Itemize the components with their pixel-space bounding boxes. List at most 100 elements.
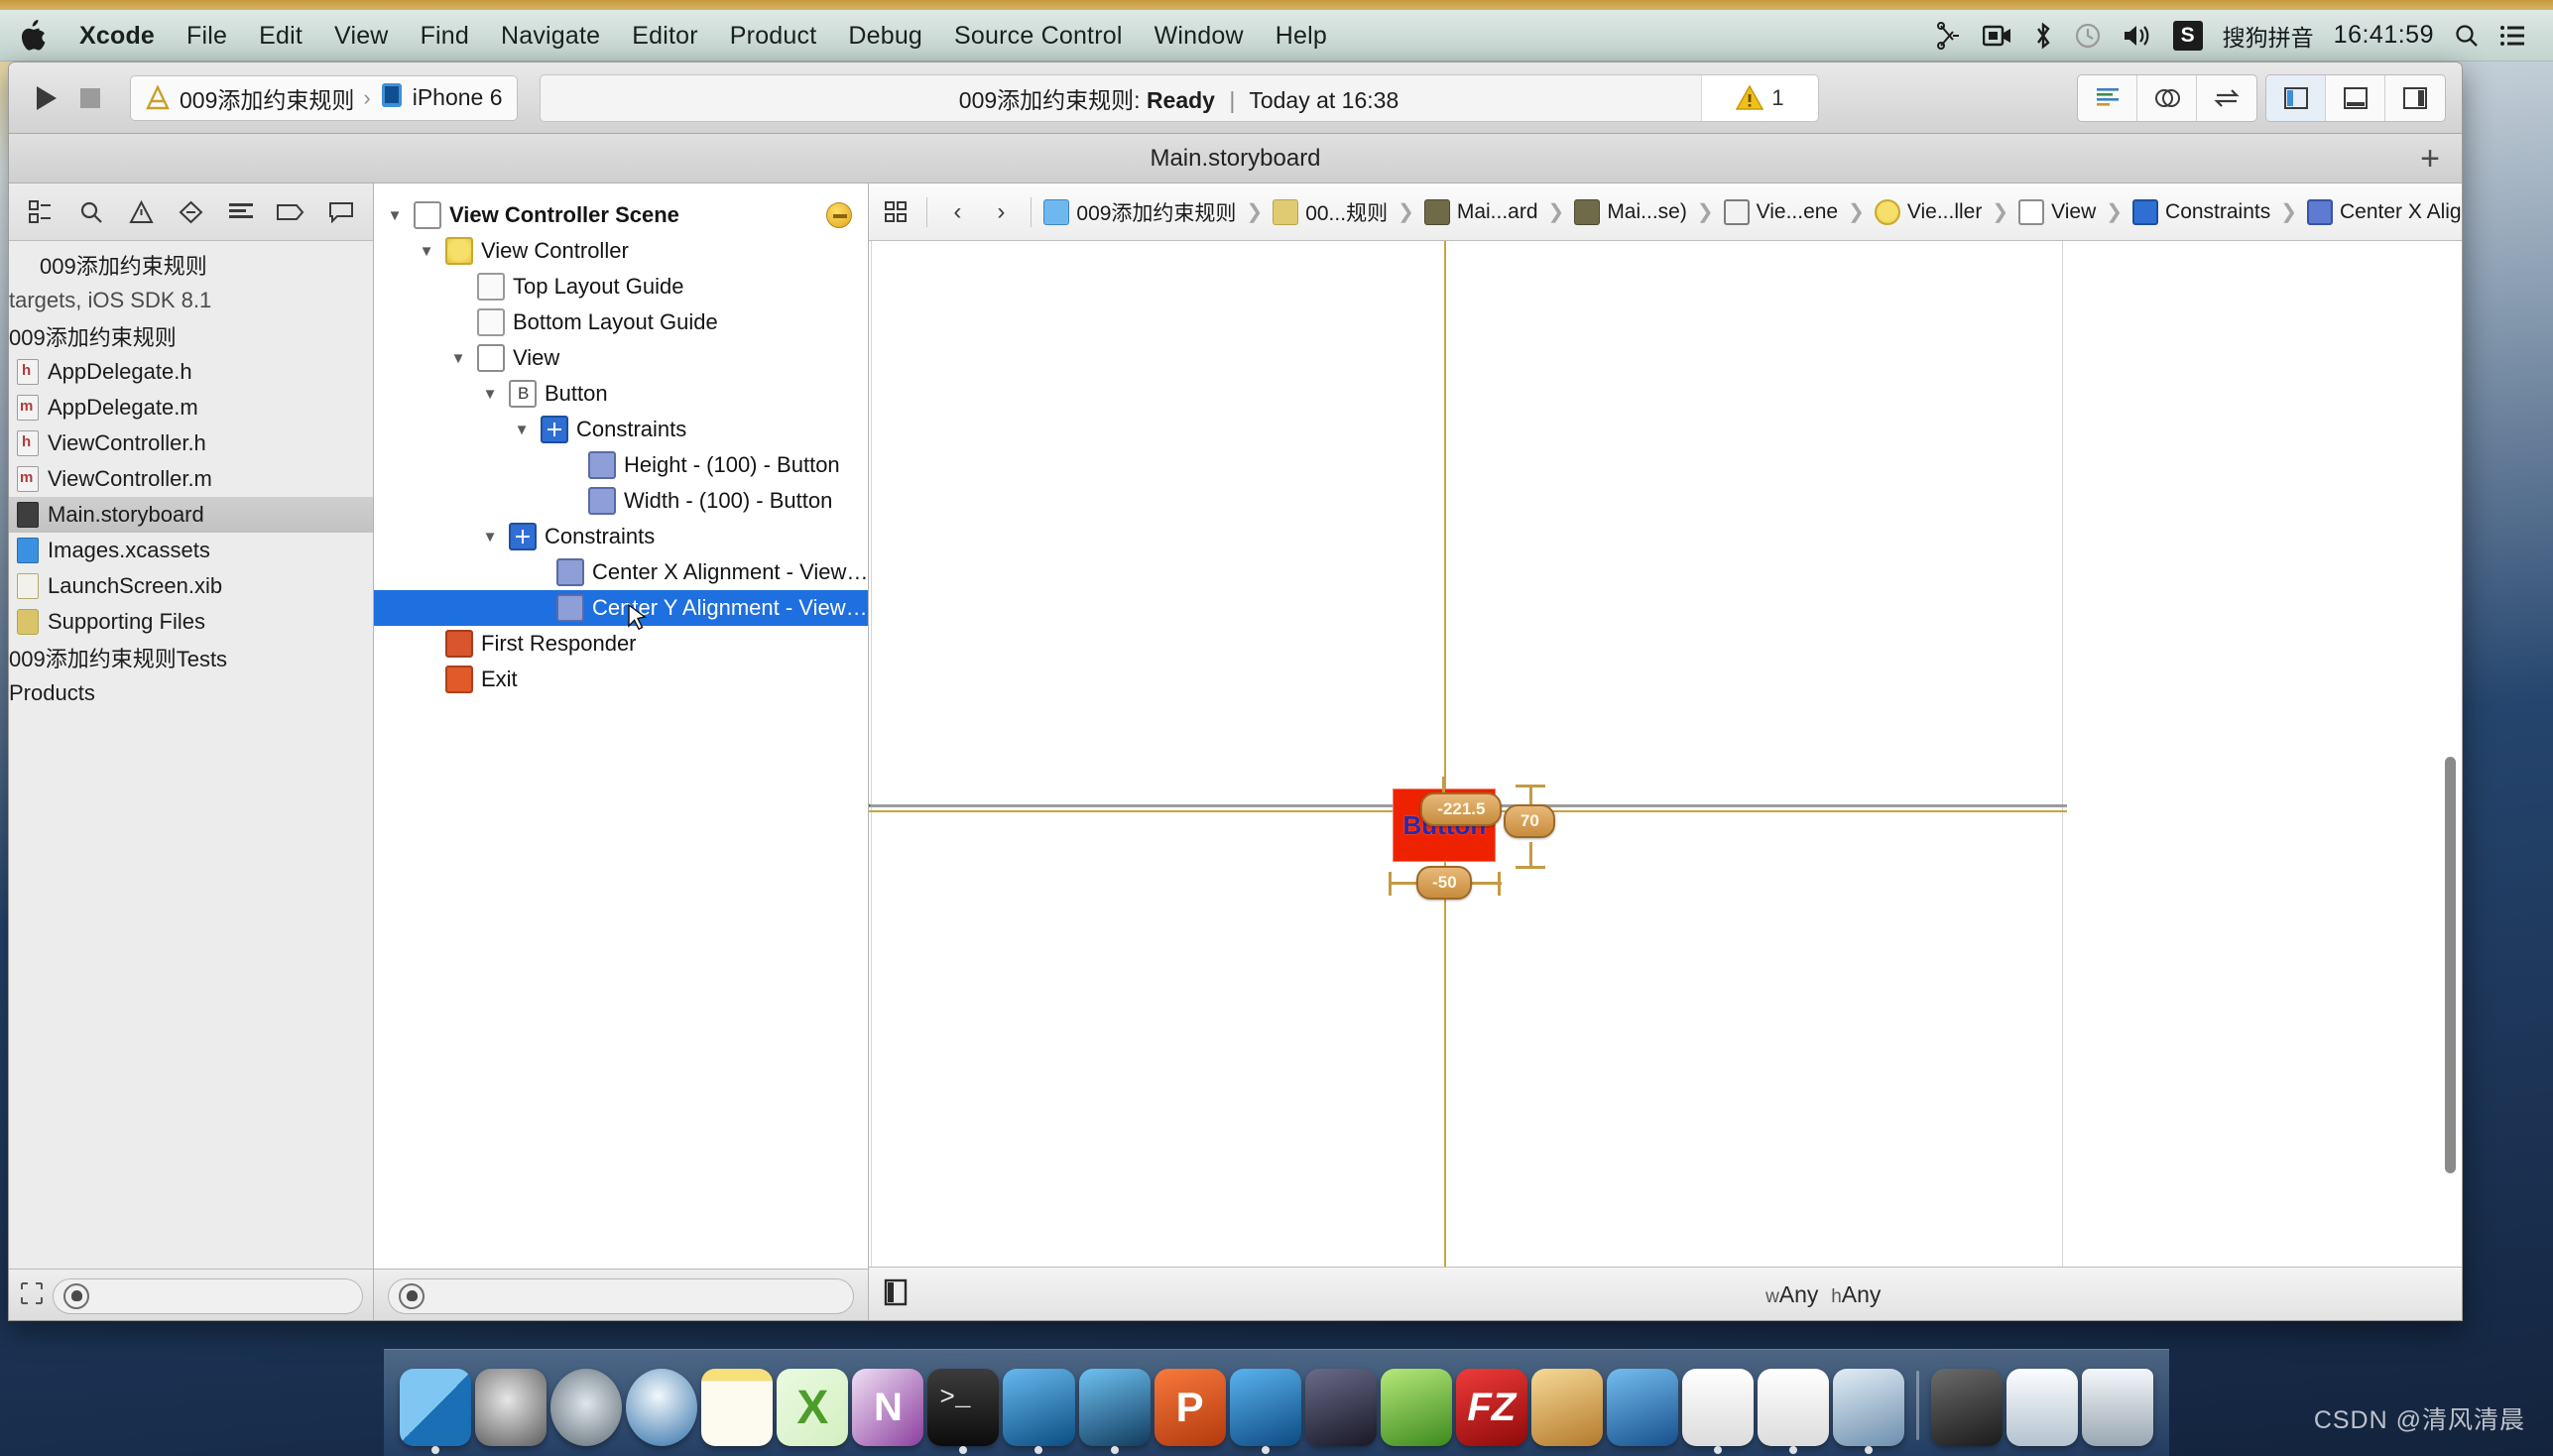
debug-area-toggle-icon[interactable] <box>2326 75 2385 121</box>
word-icon[interactable] <box>1607 1369 1678 1446</box>
navigator-toggle-icon[interactable] <box>2266 75 2326 121</box>
breadcrumb-item-project[interactable]: 009添加约束规则 <box>1041 197 1238 227</box>
menu-item-edit[interactable]: Edit <box>243 10 318 61</box>
navigator-filter-text[interactable] <box>89 1284 352 1307</box>
file-row-viewcontroller-h[interactable]: ViewController.h <box>9 425 373 461</box>
standard-editor-icon[interactable] <box>2078 75 2137 121</box>
storyboard-canvas[interactable]: Button 70 -50 -221.5 <box>869 241 2463 1267</box>
file-row-appdelegate-h[interactable]: AppDelegate.h <box>9 354 373 390</box>
outline-row-center-x-alignment[interactable]: Center X Alignment - View… <box>374 554 868 590</box>
xcode-icon[interactable] <box>1230 1369 1301 1446</box>
premiere-icon[interactable]: P <box>1155 1369 1226 1446</box>
back-button[interactable]: ‹ <box>937 192 977 232</box>
system-preferences-icon[interactable] <box>475 1369 547 1446</box>
tab-debug-navigator[interactable] <box>219 190 263 234</box>
menu-item-source-control[interactable]: Source Control <box>938 10 1139 61</box>
menu-item-xcode[interactable]: Xcode <box>63 10 171 61</box>
volume-icon[interactable] <box>2122 23 2153 49</box>
tab-test-navigator[interactable] <box>169 190 212 234</box>
outline-row-center-y-alignment[interactable]: Center Y Alignment - View… <box>374 590 868 626</box>
tab-breakpoint-navigator[interactable] <box>269 190 312 234</box>
menu-item-find[interactable]: Find <box>405 10 485 61</box>
disclosure-triangle-icon[interactable]: ▼ <box>447 350 469 367</box>
tab-report-navigator[interactable] <box>319 190 363 234</box>
outline-row-button[interactable]: ▼ Button <box>374 376 868 412</box>
tab-project-navigator[interactable] <box>19 190 62 234</box>
trash-icon[interactable] <box>2082 1369 2153 1446</box>
outline-row-bottom-layout-guide[interactable]: Bottom Layout Guide <box>374 304 868 340</box>
stop-button[interactable] <box>68 78 112 118</box>
related-items-icon[interactable] <box>877 192 916 232</box>
outline-row-view-constraints[interactable]: ▼ Constraints <box>374 519 868 554</box>
menu-item-product[interactable]: Product <box>714 10 833 61</box>
filezilla-icon[interactable]: FZ <box>1456 1369 1527 1446</box>
paint-icon[interactable] <box>1531 1369 1603 1446</box>
breadcrumb-item-storyboard-base[interactable]: Mai...se) <box>1572 199 1689 225</box>
scheme-selector[interactable]: 009添加约束规则 › iPhone 6 <box>130 75 518 121</box>
preview-icon[interactable] <box>1833 1369 1904 1446</box>
input-method-badge[interactable]: S <box>2173 21 2203 51</box>
file-row-launchscreen-xib[interactable]: LaunchScreen.xib <box>9 568 373 604</box>
downloads-icon[interactable] <box>2006 1369 2078 1446</box>
disclosure-triangle-icon[interactable]: ▼ <box>479 386 501 403</box>
menu-item-file[interactable]: File <box>171 10 243 61</box>
menu-item-view[interactable]: View <box>318 10 405 61</box>
breadcrumb-item-group[interactable]: 00...规则 <box>1271 197 1390 227</box>
illustrator-icon[interactable] <box>1079 1369 1151 1446</box>
height-constraint-badge[interactable]: 70 <box>1504 804 1555 838</box>
input-method-label[interactable]: 搜狗拼音 <box>2223 19 2314 53</box>
outline-filter-input[interactable] <box>388 1278 854 1314</box>
sketch-icon[interactable] <box>1381 1369 1452 1446</box>
screen-recording-icon[interactable] <box>1983 24 2012 48</box>
menu-bar-clock[interactable]: 16:41:59 <box>2334 21 2434 50</box>
file-row-group[interactable]: 009添加约束规则 <box>9 318 373 354</box>
menu-item-window[interactable]: Window <box>1139 10 1260 61</box>
tab-search-navigator[interactable] <box>68 190 112 234</box>
menu-item-debug[interactable]: Debug <box>832 10 938 61</box>
document1-icon[interactable] <box>1682 1369 1754 1446</box>
file-row-images-xcassets[interactable]: Images.xcassets <box>9 533 373 568</box>
canvas-left-handle[interactable] <box>869 792 873 823</box>
version-editor-icon[interactable] <box>2197 75 2256 121</box>
utilities-scrollbar[interactable] <box>2442 757 2458 1173</box>
run-button[interactable] <box>25 78 68 118</box>
notification-center-icon[interactable] <box>2499 24 2525 48</box>
disclosure-triangle-icon[interactable]: ▼ <box>479 529 501 546</box>
menu-item-navigate[interactable]: Navigate <box>485 10 616 61</box>
file-row-appdelegate-m[interactable]: AppDelegate.m <box>9 390 373 425</box>
outline-row-exit[interactable]: Exit <box>374 662 868 697</box>
view-toggle-segmented[interactable] <box>2265 74 2446 122</box>
outline-row-width-constraint[interactable]: Width - (100) - Button <box>374 483 868 519</box>
menu-item-help[interactable]: Help <box>1260 10 1343 61</box>
forward-button[interactable]: › <box>981 192 1021 232</box>
search-icon[interactable] <box>2454 23 2480 49</box>
breadcrumb-item-storyboard[interactable]: Mai...ard <box>1422 199 1540 225</box>
finder-icon[interactable] <box>400 1369 471 1446</box>
breadcrumb-item-constraints[interactable]: Constraints <box>2130 199 2272 225</box>
navigator-filter-input[interactable] <box>53 1278 363 1314</box>
width-constraint-badge[interactable]: -50 <box>1416 866 1472 900</box>
menu-item-editor[interactable]: Editor <box>616 10 714 61</box>
disclosure-triangle-icon[interactable]: ▼ <box>384 207 406 224</box>
tab-issue-navigator[interactable] <box>119 190 163 234</box>
time-machine-icon[interactable] <box>2074 22 2102 50</box>
size-class-label[interactable]: wAny hAny <box>869 1281 2463 1308</box>
breadcrumb-item-view[interactable]: View <box>2016 199 2098 225</box>
terminal-icon[interactable]: >_ <box>927 1369 999 1446</box>
file-row-main-storyboard[interactable]: Main.storyboard <box>9 497 373 533</box>
disclosure-triangle-icon[interactable]: ▼ <box>416 243 437 260</box>
notes-icon[interactable] <box>701 1369 773 1446</box>
outline-row-height-constraint[interactable]: Height - (100) - Button <box>374 447 868 483</box>
utilities-scrollbar-thumb[interactable] <box>2445 757 2456 1173</box>
document2-icon[interactable] <box>1758 1369 1829 1446</box>
launchpad-icon[interactable] <box>550 1369 622 1446</box>
onenote-icon[interactable]: N <box>852 1369 923 1446</box>
photoshop-icon[interactable] <box>1003 1369 1074 1446</box>
safari-icon[interactable] <box>626 1369 697 1446</box>
file-row-supporting-files[interactable]: Supporting Files <box>9 604 373 640</box>
breadcrumb-item-view-controller[interactable]: Vie...ller <box>1873 199 1984 225</box>
numbers-icon[interactable]: X <box>777 1369 848 1446</box>
file-row-project[interactable]: 009添加约束规则 <box>9 247 373 283</box>
outline-row-button-constraints[interactable]: ▼ Constraints <box>374 412 868 447</box>
outline-row-view[interactable]: ▼ View <box>374 340 868 376</box>
